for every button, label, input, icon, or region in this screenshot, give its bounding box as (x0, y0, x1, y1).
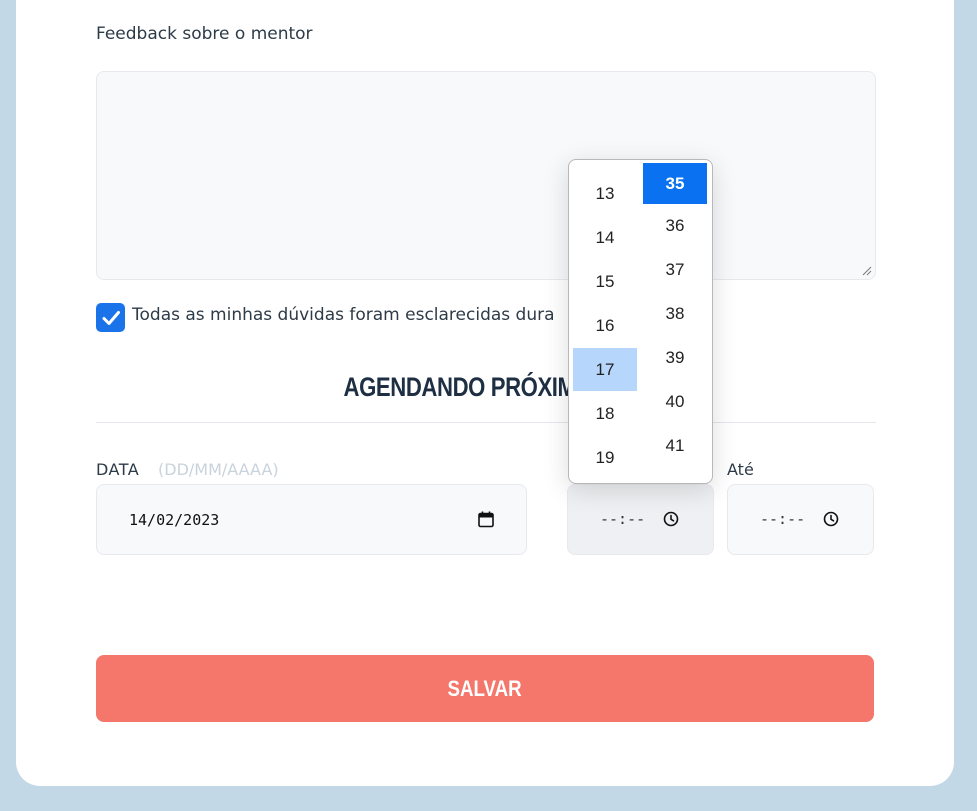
time-start-input[interactable]: --:-- (567, 484, 714, 555)
hour-option[interactable]: 14 (573, 216, 637, 259)
date-input[interactable]: 14/02/2023 (96, 484, 527, 555)
hour-option[interactable]: 19 (573, 436, 637, 479)
minute-option[interactable]: 40 (643, 380, 707, 423)
minute-option-selected[interactable]: 35 (643, 163, 707, 204)
hour-option[interactable]: 18 (573, 392, 637, 435)
time-picker-dropdown[interactable]: 13 14 15 16 17 18 19 35 36 37 38 39 40 4… (568, 159, 713, 484)
date-label: DATA (96, 460, 140, 479)
hour-option[interactable]: 16 (573, 304, 637, 347)
minute-option[interactable]: 37 (643, 248, 707, 291)
checkmark-icon (102, 310, 120, 325)
calendar-icon[interactable] (478, 511, 494, 528)
time-start-value: --:-- (600, 510, 646, 528)
minute-option[interactable]: 41 (643, 424, 707, 467)
save-button[interactable]: SALVAR (96, 655, 874, 722)
feedback-textarea[interactable] (96, 71, 876, 280)
time-end-value: --:-- (760, 510, 806, 528)
feedback-label: Feedback sobre o mentor (96, 24, 313, 44)
hour-option[interactable]: 13 (573, 172, 637, 215)
clock-icon[interactable] (823, 511, 839, 527)
save-button-label: SALVAR (447, 675, 523, 701)
resize-grip-icon[interactable] (862, 266, 872, 276)
time-end-input[interactable]: --:-- (727, 484, 874, 555)
hour-option-selected[interactable]: 17 (573, 348, 637, 391)
doubts-checkbox[interactable] (96, 303, 125, 332)
minute-option[interactable]: 36 (643, 204, 707, 247)
date-format-hint: (DD/MM/AAAA) (158, 460, 279, 479)
date-input-value: 14/02/2023 (129, 510, 220, 529)
minute-option[interactable]: 39 (643, 336, 707, 379)
minute-option[interactable]: 38 (643, 292, 707, 335)
clock-icon[interactable] (663, 511, 679, 527)
doubts-checkbox-label[interactable]: Todas as minhas dúvidas foram esclarecid… (132, 305, 555, 325)
hour-option[interactable]: 15 (573, 260, 637, 303)
time-end-label: Até (727, 460, 754, 479)
divider (96, 422, 876, 423)
